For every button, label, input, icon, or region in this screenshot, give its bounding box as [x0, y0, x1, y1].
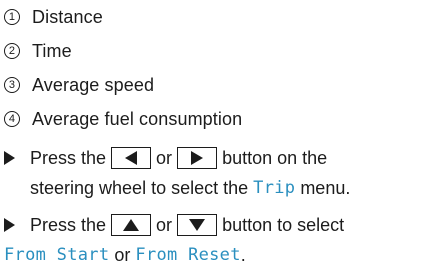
legend-label-average-fuel-consumption: Average fuel consumption	[32, 108, 243, 129]
instruction-text: button on the	[222, 148, 328, 168]
circled-number-4: 4	[4, 111, 20, 127]
instruction-connector: or	[114, 245, 131, 265]
legend-label-time: Time	[32, 40, 72, 61]
display-option-from-reset: From Reset	[135, 245, 241, 265]
circled-number-1: 1	[4, 9, 20, 25]
legend-item-average-fuel-consumption: 4 Average fuel consumption	[4, 104, 242, 134]
left-button[interactable]	[111, 147, 152, 169]
instruction-text: steering wheel to select the	[30, 178, 249, 198]
display-menu-name: Trip	[253, 178, 296, 198]
instruction-step-select-trip-menu: Press the or button on the steering whee…	[4, 143, 440, 203]
circled-number-3: 3	[4, 77, 20, 93]
up-arrow-icon	[123, 219, 140, 231]
legend-item-distance: 1 Distance	[4, 2, 103, 32]
instruction-text: Press the	[30, 148, 107, 168]
left-arrow-icon	[125, 151, 138, 165]
up-button[interactable]	[111, 214, 152, 236]
step-bullet-icon	[4, 218, 15, 232]
instruction-step-select-option: Press the or button to select From Start…	[4, 210, 440, 270]
legend-label-average-speed: Average speed	[32, 74, 155, 95]
legend-item-average-speed: 3 Average speed	[4, 70, 154, 100]
down-button[interactable]	[177, 214, 218, 236]
circled-number-2: 2	[4, 43, 20, 59]
instruction-line: steering wheel to select the Trip menu.	[4, 173, 440, 203]
right-button[interactable]	[177, 147, 218, 169]
instruction-connector: or	[156, 148, 173, 168]
instruction-text: button to select	[222, 215, 345, 235]
display-option-from-start: From Start	[4, 245, 110, 265]
instruction-line: From Start or From Reset .	[4, 240, 440, 270]
instruction-line: Press the or button to select	[4, 210, 440, 240]
legend-label-distance: Distance	[32, 6, 103, 27]
step-bullet-icon	[4, 151, 15, 165]
right-arrow-icon	[191, 151, 204, 165]
legend-item-time: 2 Time	[4, 36, 72, 66]
instruction-line: Press the or button on the	[4, 143, 440, 173]
instruction-text: menu.	[300, 178, 351, 198]
instruction-text: Press the	[30, 215, 107, 235]
down-arrow-icon	[189, 219, 206, 231]
instruction-connector: or	[156, 215, 173, 235]
instruction-text: .	[240, 245, 246, 265]
